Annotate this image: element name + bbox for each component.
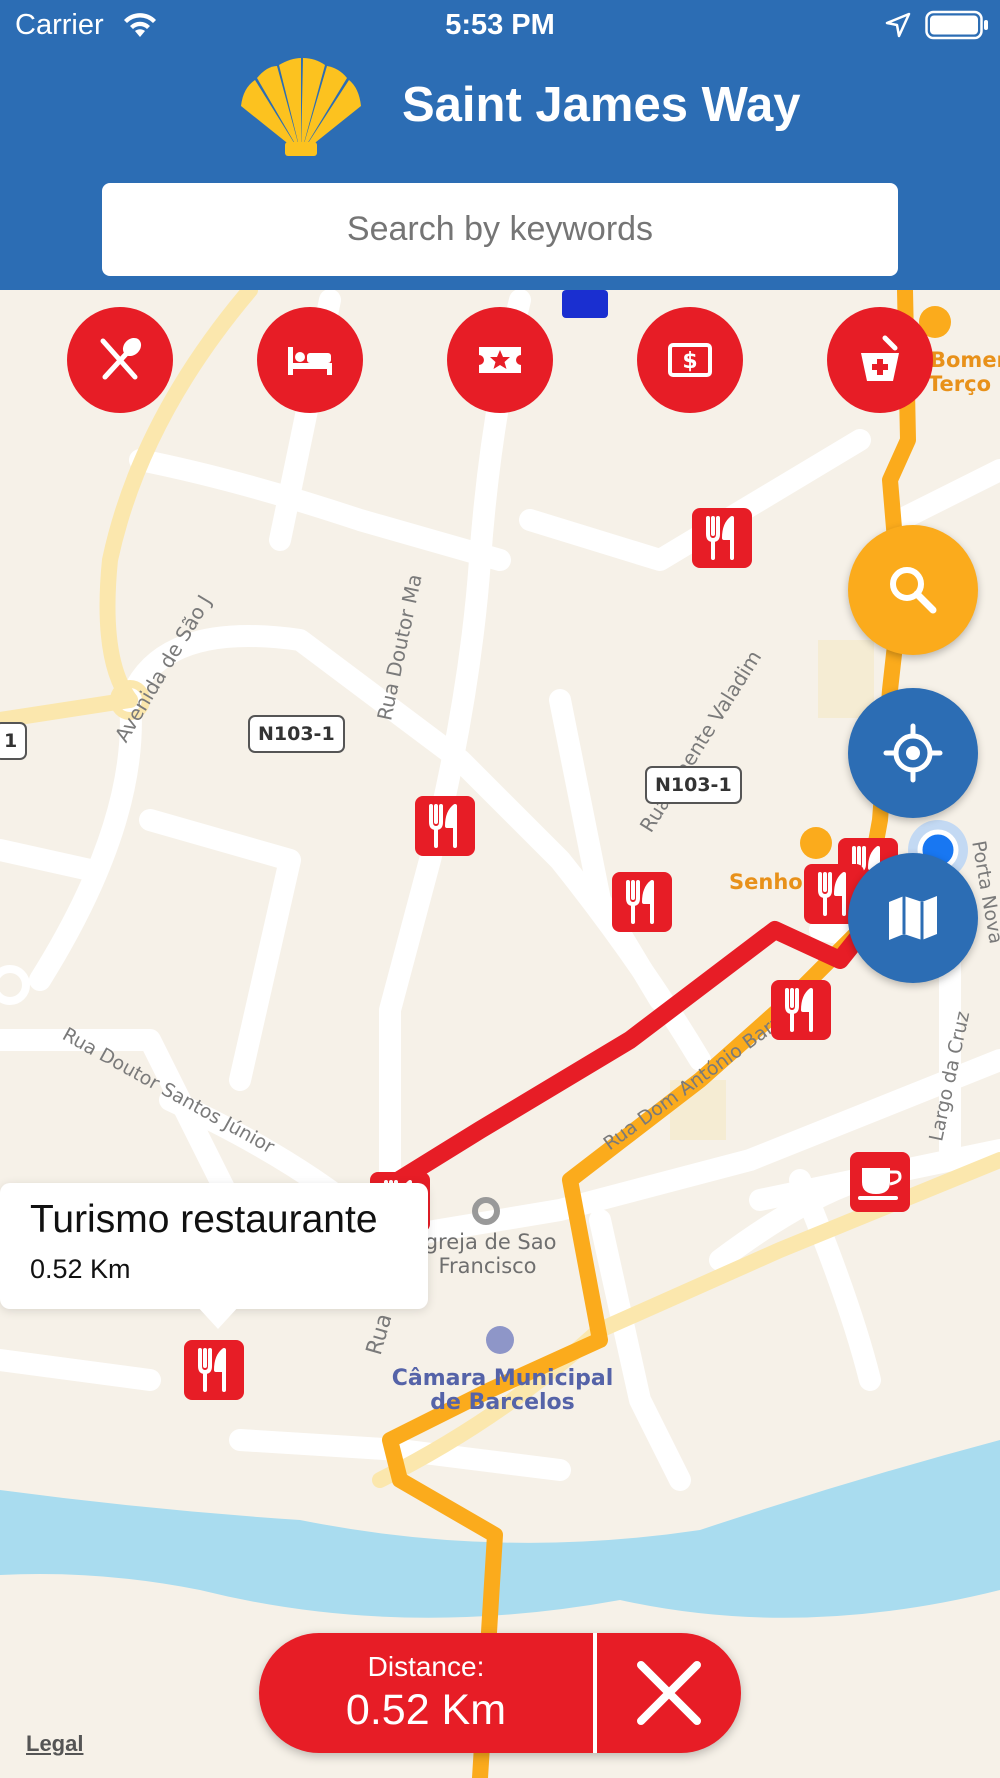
map-icon [889, 896, 937, 940]
money-icon: $ [668, 343, 712, 377]
restaurant-marker[interactable] [771, 980, 831, 1040]
category-lodging-button[interactable] [257, 307, 363, 413]
map-view[interactable]: Avenida de São J Rua Doutor Ma Rua Tenen… [0, 290, 1000, 1778]
category-pharmacy-button[interactable] [827, 307, 933, 413]
restaurant-marker[interactable] [612, 872, 672, 932]
ticket-star-icon [479, 347, 521, 373]
app-header: Carrier 5:53 PM Saint James Way Search b… [0, 0, 1000, 290]
fork-knife-icon [706, 516, 734, 560]
category-restaurants-button[interactable] [67, 307, 173, 413]
place-label-senho: Senho [729, 870, 803, 894]
callout-pointer [196, 1305, 240, 1329]
coffee-cup-icon [858, 1168, 902, 1200]
search-icon [890, 567, 937, 614]
fork-spoon-icon [100, 337, 142, 380]
bed-icon [288, 347, 332, 375]
close-icon [637, 1661, 701, 1725]
road-sign: 1 [0, 722, 28, 760]
fork-knife-icon [198, 1348, 226, 1392]
search-map-button[interactable] [848, 525, 978, 655]
my-location-button[interactable] [848, 688, 978, 818]
place-label-camara: Câmara Municipal de Barcelos [391, 1366, 614, 1415]
app-title: Saint James Way [402, 78, 801, 132]
status-time: 5:53 PM [445, 9, 555, 41]
place-label-terco: Terço [928, 372, 992, 396]
legal-link[interactable]: Legal [26, 1731, 83, 1757]
place-callout[interactable]: Turismo restaurante 0.52 Km [0, 1183, 428, 1309]
category-attractions-button[interactable] [447, 307, 553, 413]
svg-text:$: $ [682, 349, 697, 374]
battery-icon [925, 10, 988, 40]
distance-bar: Distance: 0.52 Km [259, 1633, 741, 1753]
crosshair-icon [883, 723, 943, 783]
title-row: Saint James Way [0, 55, 1000, 160]
place-label-bomerc: Bomerc [930, 348, 1000, 372]
fork-knife-icon [626, 880, 654, 924]
restaurant-marker[interactable] [415, 796, 475, 856]
callout-title: Turismo restaurante [30, 1198, 378, 1241]
road-sign: N103-1 [645, 766, 742, 804]
road-sign: N103-1 [248, 715, 345, 753]
fork-knife-icon [429, 804, 457, 848]
search-input[interactable] [102, 183, 898, 276]
callout-distance: 0.52 Km [30, 1254, 131, 1284]
close-route-button[interactable] [597, 1633, 741, 1753]
fork-knife-icon [785, 988, 813, 1032]
map-canvas [0, 290, 1000, 1778]
distance-label: Distance: [367, 1651, 485, 1682]
cafe-marker[interactable] [850, 1152, 910, 1212]
map-type-button[interactable] [848, 853, 978, 983]
distance-value: 0.52 Km [345, 1686, 507, 1734]
scallop-shell-logo [241, 58, 361, 156]
category-atm-button[interactable]: $ [637, 307, 743, 413]
restaurant-marker[interactable] [692, 508, 752, 568]
location-arrow-icon [885, 12, 911, 38]
pharmacy-icon [861, 335, 899, 381]
selected-restaurant-marker[interactable] [184, 1340, 244, 1400]
status-bar: Carrier 5:53 PM [0, 0, 1000, 50]
